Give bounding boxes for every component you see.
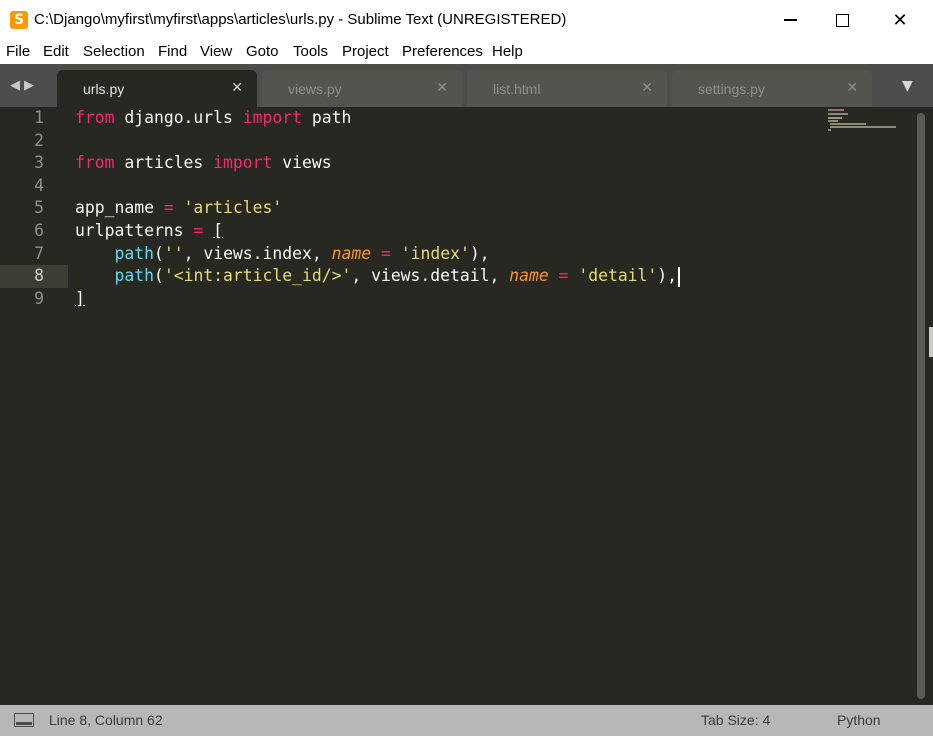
minimap-line [828, 117, 842, 119]
minimize-icon [783, 19, 797, 21]
close-window-button[interactable]: ✕ [875, 0, 925, 40]
menu-edit[interactable]: Edit [43, 43, 69, 60]
maximize-icon [835, 13, 849, 27]
keyword: import [213, 153, 273, 173]
string: '<int:article_id/>' [163, 266, 352, 286]
string: 'detail' [578, 266, 658, 286]
menu-find[interactable]: Find [158, 43, 187, 60]
close-icon: ✕ [892, 9, 908, 31]
minimap-line [828, 109, 844, 111]
operator: = [163, 198, 174, 218]
menu-view[interactable]: View [200, 43, 232, 60]
minimap-line [830, 126, 896, 128]
keyword: from [75, 108, 115, 127]
line-number: 4 [34, 175, 44, 195]
tab-bar: ◀▶ urls.py ✕ views.py ✕ list.html ✕ sett… [0, 64, 933, 107]
panel-toggle-icon[interactable] [14, 713, 34, 727]
menu-help[interactable]: Help [492, 43, 523, 60]
cursor-position: Line 8, Column 62 [49, 712, 163, 728]
operator: = [193, 221, 204, 240]
code-line-3: from articles import views [75, 153, 332, 173]
tab-views-py[interactable]: views.py ✕ [262, 70, 462, 107]
maximize-button[interactable] [817, 0, 867, 40]
menu-project[interactable]: Project [342, 43, 389, 60]
status-bar: Line 8, Column 62 Tab Size: 4 Python [0, 705, 933, 736]
function-call: path [114, 243, 154, 263]
tab-close-icon[interactable]: ✕ [436, 80, 448, 96]
minimap-line [828, 113, 848, 115]
tab-label: list.html [493, 81, 541, 97]
minimize-button[interactable] [765, 0, 815, 40]
line-number: 7 [34, 243, 44, 263]
operator: = [380, 243, 391, 263]
syntax-mode[interactable]: Python [837, 712, 881, 728]
tab-label: views.py [288, 81, 342, 97]
code-line-9: ] [75, 288, 85, 311]
function-call: path [114, 266, 154, 286]
menu-selection[interactable]: Selection [83, 43, 145, 60]
tab-close-icon[interactable]: ✕ [641, 80, 653, 96]
keyword: from [75, 153, 115, 173]
line-number-current: 8 [34, 266, 44, 286]
vertical-scrollbar[interactable] [917, 113, 925, 699]
tab-close-icon[interactable]: ✕ [846, 80, 858, 96]
keyword-argument: name [331, 243, 372, 263]
sublime-app-icon: S [10, 11, 28, 29]
operator: = [558, 266, 569, 286]
menu-goto[interactable]: Goto [246, 43, 279, 60]
tab-size[interactable]: Tab Size: 4 [701, 712, 770, 728]
tab-close-icon[interactable]: ✕ [231, 80, 243, 96]
minimap-line [828, 129, 831, 131]
line-number: 2 [34, 130, 44, 150]
line-number-gutter: 1 2 3 4 5 6 7 8 9 [0, 107, 64, 705]
code-line-1: from django.urls import path [75, 108, 352, 127]
minimap-line [828, 120, 838, 122]
matching-bracket: [ [213, 221, 224, 240]
tab-navigation-arrows-icon[interactable]: ◀▶ [10, 78, 38, 93]
line-number: 3 [34, 153, 44, 173]
string: '' [163, 243, 184, 263]
string: 'articles' [183, 198, 283, 218]
code-line-7: path('', views.index, name = 'index'), [114, 243, 490, 263]
window-title: C:\Django\myfirst\myfirst\apps\articles\… [34, 11, 567, 28]
line-number: 1 [34, 108, 44, 127]
code-editor[interactable]: 1 2 3 4 5 6 7 8 9 from django.urls impor… [0, 107, 933, 705]
line-number: 5 [34, 198, 44, 218]
tab-list-html[interactable]: list.html ✕ [467, 70, 667, 107]
tab-label: settings.py [698, 81, 765, 97]
minimap[interactable] [826, 107, 906, 147]
tab-list-dropdown-icon[interactable]: ▼ [902, 78, 913, 94]
menu-bar: File Edit Selection Find View Goto Tools… [0, 40, 933, 64]
keyword: import [242, 108, 302, 127]
code-line-6: urlpatterns = [ [75, 221, 224, 240]
matching-bracket: ] [75, 288, 85, 308]
menu-file[interactable]: File [6, 43, 30, 60]
tab-label: urls.py [83, 81, 125, 97]
tab-urls-py[interactable]: urls.py ✕ [57, 70, 257, 107]
menu-tools[interactable]: Tools [293, 43, 328, 60]
line-number: 6 [34, 221, 44, 240]
minimap-line [830, 123, 866, 125]
tab-settings-py[interactable]: settings.py ✕ [672, 70, 872, 107]
keyword-argument: name [509, 266, 549, 286]
line-number: 9 [34, 288, 44, 308]
string: 'index' [400, 243, 470, 263]
title-bar: S C:\Django\myfirst\myfirst\apps\article… [0, 0, 933, 40]
window-edge-marker [929, 327, 933, 357]
code-line-8: path('<int:article_id/>', views.detail, … [75, 265, 681, 288]
code-line-5: app_name = 'articles' [75, 198, 283, 218]
menu-preferences[interactable]: Preferences [402, 43, 483, 60]
text-cursor [678, 266, 681, 287]
